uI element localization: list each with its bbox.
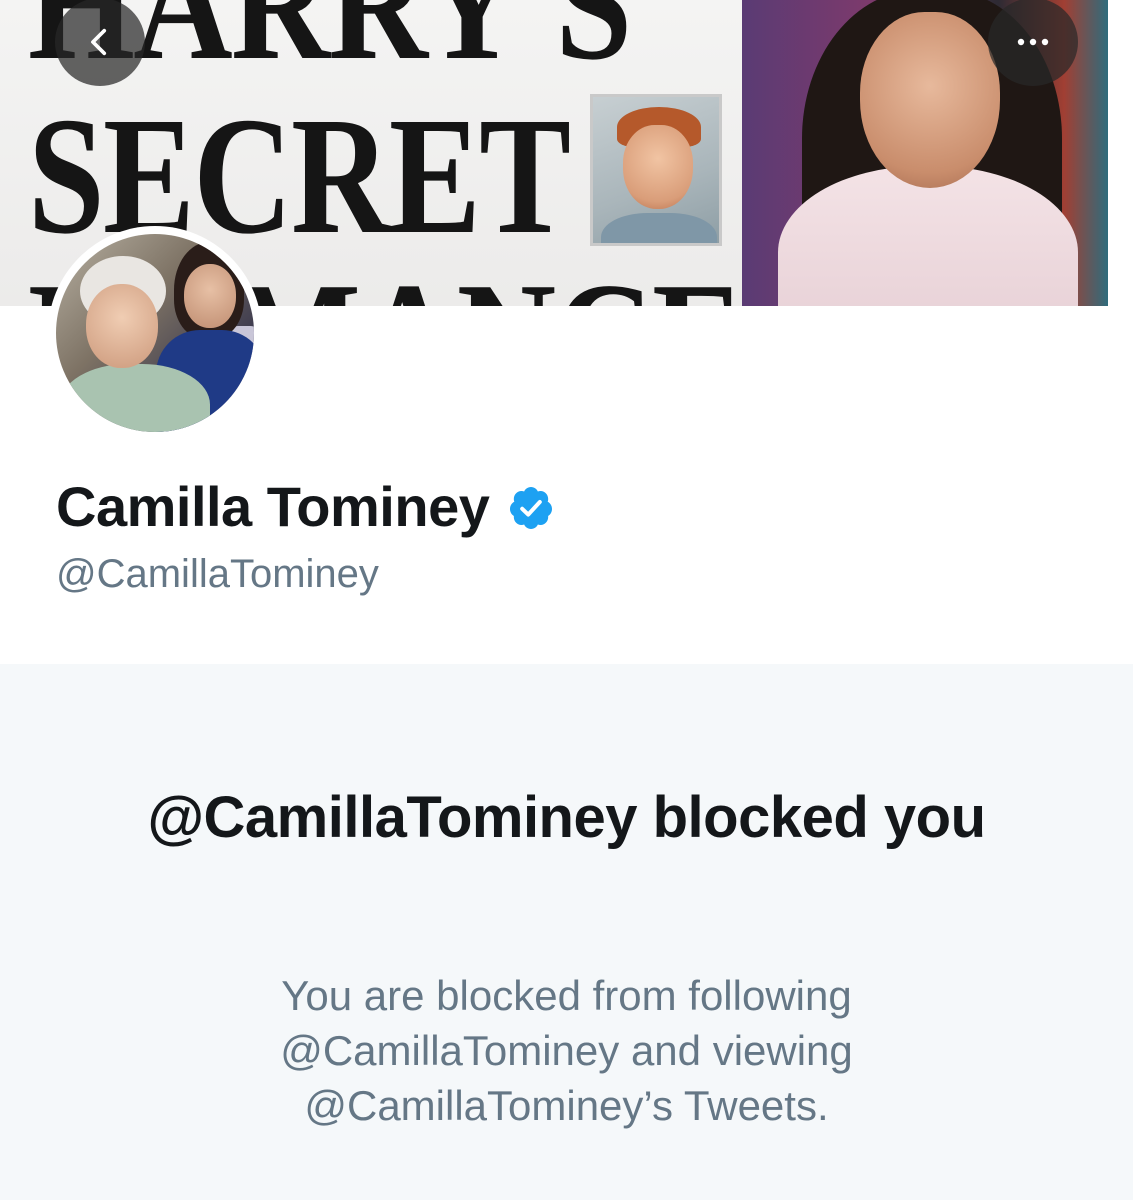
display-name-row: Camilla Tominey [56, 474, 555, 538]
banner-inset-photo [590, 94, 722, 246]
more-horizontal-icon [1017, 38, 1049, 46]
banner-edge [1108, 0, 1133, 306]
user-handle: @CamillaTominey [56, 552, 379, 596]
more-options-button[interactable] [988, 0, 1078, 86]
back-button[interactable] [55, 0, 145, 86]
display-name: Camilla Tominey [56, 474, 490, 538]
avatar[interactable] [48, 226, 262, 440]
blocked-title: @CamillaTominey blocked you [147, 785, 986, 850]
verified-badge-icon [510, 487, 553, 529]
avatar-photo [56, 234, 254, 432]
profile-page: HARRY'S SECRET ROMANCE [0, 0, 1133, 1200]
blocked-message: You are blocked from following @CamillaT… [280, 972, 853, 1129]
chevron-left-icon [91, 28, 107, 56]
blocked-notice-panel: @CamillaTominey blocked you You are bloc… [0, 664, 1133, 1200]
